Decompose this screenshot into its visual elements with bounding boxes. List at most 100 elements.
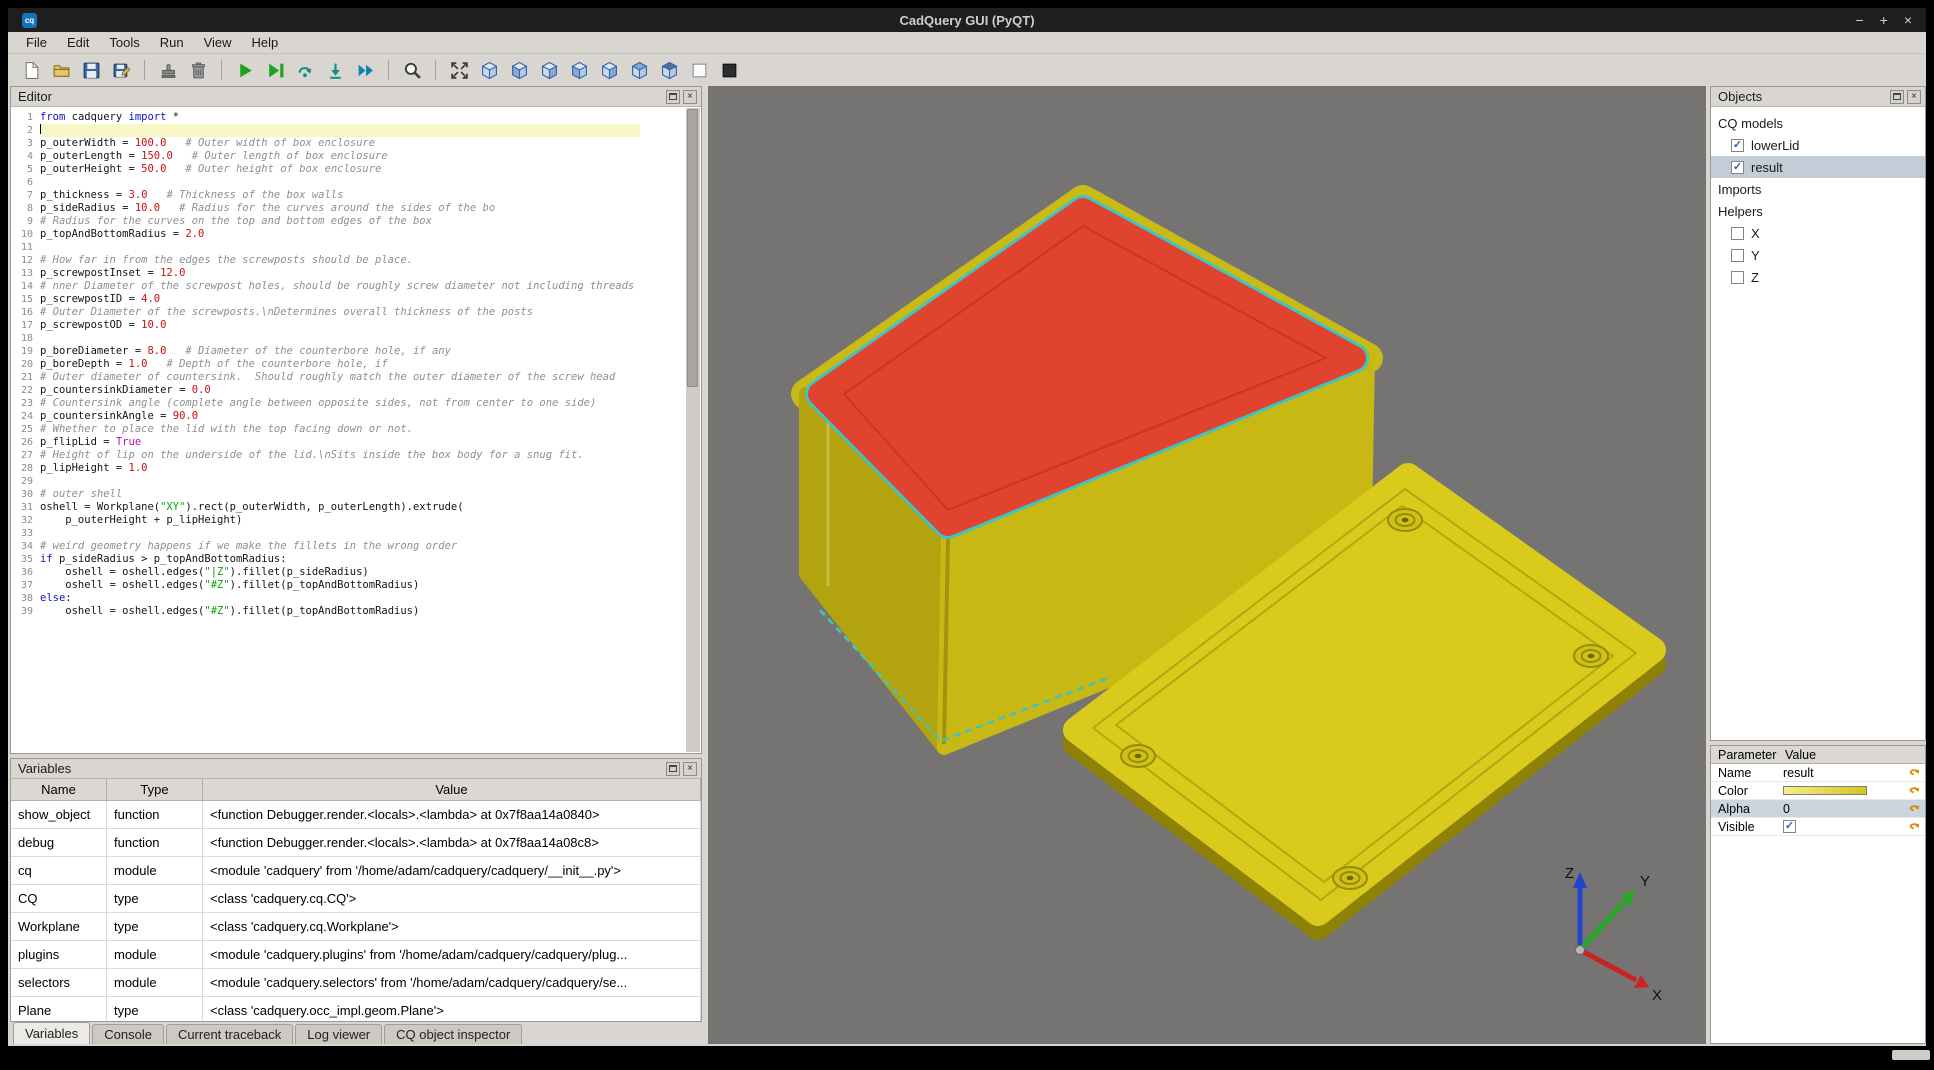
code-line[interactable]: 8p_sideRadius = 10.0 # Radius for the cu…	[12, 202, 686, 215]
tree-item-y[interactable]: Y	[1711, 244, 1925, 266]
tree-item-x[interactable]: X	[1711, 222, 1925, 244]
code-line[interactable]: 39 oshell = oshell.edges("#Z").fillet(p_…	[12, 605, 686, 618]
checkbox[interactable]: ✓	[1731, 161, 1744, 174]
variable-row[interactable]: cqmodule<module 'cadquery' from '/home/a…	[11, 857, 701, 885]
tab-current-traceback[interactable]: Current traceback	[166, 1024, 293, 1044]
code-line[interactable]: 16# Outer Diameter of the screwposts.\nD…	[12, 306, 686, 319]
menu-item-help[interactable]: Help	[242, 33, 289, 52]
code-line[interactable]: 20p_boreDepth = 1.0 # Depth of the count…	[12, 358, 686, 371]
minimize-button[interactable]: −	[1855, 13, 1863, 27]
fit-all-button[interactable]	[446, 57, 472, 83]
variable-row[interactable]: pluginsmodule<module 'cadquery.plugins' …	[11, 941, 701, 969]
render-button[interactable]	[232, 57, 258, 83]
variable-row[interactable]: debugfunction<function Debugger.render.<…	[11, 829, 701, 857]
param-row-visible[interactable]: Visible✓	[1711, 818, 1925, 836]
code-line[interactable]: 28p_lipHeight = 1.0	[12, 462, 686, 475]
checkbox[interactable]: ✓	[1783, 820, 1796, 833]
variables-float-button[interactable]	[666, 762, 680, 776]
view-left-button[interactable]	[566, 57, 592, 83]
checkbox[interactable]	[1731, 249, 1744, 262]
tab-log-viewer[interactable]: Log viewer	[295, 1024, 382, 1044]
menu-item-edit[interactable]: Edit	[57, 33, 99, 52]
code-line[interactable]: 29	[12, 475, 686, 488]
code-line[interactable]: 11	[12, 241, 686, 254]
editor-close-button[interactable]: ×	[683, 90, 697, 104]
code-line[interactable]: 36 oshell = oshell.edges("|Z").fillet(p_…	[12, 566, 686, 579]
code-line[interactable]: 10p_topAndBottomRadius = 2.0	[12, 228, 686, 241]
maximize-button[interactable]: +	[1880, 13, 1888, 27]
variable-row[interactable]: selectorsmodule<module 'cadquery.selecto…	[11, 969, 701, 997]
tree-item-cq-models[interactable]: CQ models	[1711, 112, 1925, 134]
objects-float-button[interactable]	[1890, 90, 1904, 104]
checkbox[interactable]: ✓	[1731, 139, 1744, 152]
code-line[interactable]: 21# Outer diameter of countersink. Shoul…	[12, 371, 686, 384]
code-line[interactable]: 3p_outerWidth = 100.0 # Outer width of b…	[12, 137, 686, 150]
shaded-button[interactable]	[716, 57, 742, 83]
menu-item-run[interactable]: Run	[150, 33, 194, 52]
menu-item-file[interactable]: File	[16, 33, 57, 52]
variable-row[interactable]: show_objectfunction<function Debugger.re…	[11, 801, 701, 829]
view-right-button[interactable]	[596, 57, 622, 83]
3d-viewport-canvas[interactable]: Z Y X	[708, 86, 1706, 1044]
variable-row[interactable]: Planetype<class 'cadquery.occ_impl.geom.…	[11, 997, 701, 1022]
code-line[interactable]: 30# outer shell	[12, 488, 686, 501]
checkbox[interactable]	[1731, 227, 1744, 240]
undo-icon[interactable]	[1906, 766, 1922, 779]
code-line[interactable]: 9# Radius for the curves on the top and …	[12, 215, 686, 228]
checkbox[interactable]	[1731, 271, 1744, 284]
code-line[interactable]: 6	[12, 176, 686, 189]
objects-close-button[interactable]: ×	[1907, 90, 1921, 104]
tab-variables[interactable]: Variables	[13, 1022, 90, 1044]
code-line[interactable]: 23# Countersink angle (complete angle be…	[12, 397, 686, 410]
size-grip[interactable]	[1892, 1050, 1930, 1060]
param-row-color[interactable]: Color	[1711, 782, 1925, 800]
editor-float-button[interactable]	[666, 90, 680, 104]
column-header-parameter[interactable]: Parameter	[1711, 748, 1783, 762]
code-line[interactable]: 4p_outerLength = 150.0 # Outer length of…	[12, 150, 686, 163]
color-swatch[interactable]	[1783, 786, 1867, 795]
tab-cq-object-inspector[interactable]: CQ object inspector	[384, 1024, 522, 1044]
code-line[interactable]: 7p_thickness = 3.0 # Thickness of the bo…	[12, 189, 686, 202]
code-line[interactable]: 25# Whether to place the lid with the to…	[12, 423, 686, 436]
debug-button[interactable]	[262, 57, 288, 83]
tree-item-result[interactable]: ✓result	[1711, 156, 1925, 178]
code-line[interactable]: 31oshell = Workplane("XY").rect(p_outerW…	[12, 501, 686, 514]
column-header-type[interactable]: Type	[107, 779, 203, 800]
code-line[interactable]: 35if p_sideRadius > p_topAndBottomRadius…	[12, 553, 686, 566]
undo-icon[interactable]	[1906, 820, 1922, 833]
editor-scrollbar[interactable]	[686, 108, 700, 752]
save-as-button[interactable]	[108, 57, 134, 83]
new-file-button[interactable]	[18, 57, 44, 83]
title-bar[interactable]: cq CadQuery GUI (PyQT) − + ×	[8, 8, 1926, 32]
close-button[interactable]: ×	[1904, 13, 1912, 27]
zoom-fit-button[interactable]	[399, 57, 425, 83]
undo-icon[interactable]	[1906, 784, 1922, 797]
variable-row[interactable]: Workplanetype<class 'cadquery.cq.Workpla…	[11, 913, 701, 941]
tree-item-imports[interactable]: Imports	[1711, 178, 1925, 200]
column-header-name[interactable]: Name	[11, 779, 107, 800]
tab-console[interactable]: Console	[92, 1024, 164, 1044]
editor-scrollbar-thumb[interactable]	[687, 109, 698, 387]
code-line[interactable]: 24p_countersinkAngle = 90.0	[12, 410, 686, 423]
code-editor[interactable]: 1from cadquery import *23p_outerWidth = …	[12, 108, 686, 752]
column-header-value[interactable]: Value	[1783, 748, 1925, 762]
save-button[interactable]	[78, 57, 104, 83]
3d-viewport[interactable]: Z Y X	[708, 86, 1706, 1044]
continue-button[interactable]	[352, 57, 378, 83]
code-line[interactable]: 32 p_outerHeight + p_lipHeight)	[12, 514, 686, 527]
code-line[interactable]: 12# How far in from the edges the screwp…	[12, 254, 686, 267]
view-front-button[interactable]	[506, 57, 532, 83]
code-line[interactable]: 19p_boreDiameter = 8.0 # Diameter of the…	[12, 345, 686, 358]
code-line[interactable]: 26p_flipLid = True	[12, 436, 686, 449]
code-line[interactable]: 37 oshell = oshell.edges("#Z").fillet(p_…	[12, 579, 686, 592]
view-back-button[interactable]	[536, 57, 562, 83]
param-row-name[interactable]: Nameresult	[1711, 764, 1925, 782]
variable-row[interactable]: CQtype<class 'cadquery.cq.CQ'>	[11, 885, 701, 913]
code-line[interactable]: 33	[12, 527, 686, 540]
tree-item-lowerlid[interactable]: ✓lowerLid	[1711, 134, 1925, 156]
menu-item-view[interactable]: View	[194, 33, 242, 52]
menu-item-tools[interactable]: Tools	[99, 33, 149, 52]
code-line[interactable]: 17p_screwpostOD = 10.0	[12, 319, 686, 332]
code-line[interactable]: 27# Height of lip on the underside of th…	[12, 449, 686, 462]
view-bottom-button[interactable]	[656, 57, 682, 83]
